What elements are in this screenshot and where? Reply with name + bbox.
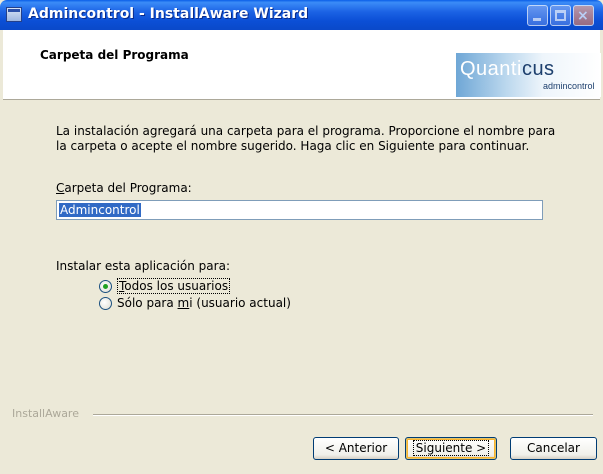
next-button-label: Siguiente > [412, 440, 490, 456]
wizard-header: Carpeta del Programa Quanticus admincont… [3, 30, 601, 100]
folder-label-text: arpeta del Programa: [64, 181, 192, 195]
installer-window: Admincontrol - InstallAware Wizard × Car… [0, 0, 603, 474]
description-line-2: la carpeta o acepte el nombre sugerido. … [56, 139, 530, 153]
page-title: Carpeta del Programa [40, 48, 189, 62]
installaware-brand: InstallAware [12, 407, 79, 420]
back-button[interactable]: < Anterior [313, 437, 399, 460]
radio-all-users-indicator[interactable] [99, 280, 112, 293]
program-folder-input[interactable]: Admincontrol [56, 200, 543, 220]
footer-divider [93, 414, 593, 416]
radio-all-users-label[interactable]: Todos los usuarios [117, 278, 231, 294]
close-icon: × [577, 8, 589, 24]
radio-current-user-text-b: i (usuario actual) [189, 296, 291, 310]
brand-logo: Quanticus admincontrol [456, 53, 601, 97]
maximize-icon [555, 10, 566, 21]
radio-current-user-indicator[interactable] [99, 297, 112, 310]
app-window-icon [6, 7, 22, 22]
close-button[interactable]: × [573, 5, 594, 26]
cancel-button[interactable]: Cancelar [510, 437, 597, 460]
logo-wordmark: Quanticus [460, 58, 555, 81]
description-line-1: La instalación agregará una carpeta para… [56, 124, 556, 138]
radio-selected-dot [103, 284, 108, 289]
radio-current-user-text-a: Sólo para [117, 296, 178, 310]
minimize-button[interactable] [527, 5, 548, 26]
window-title: Admincontrol - InstallAware Wizard [28, 6, 309, 22]
logo-part-dark: cus [521, 58, 555, 80]
description: La instalación agregará una carpeta para… [56, 124, 556, 154]
radio-current-user-accel: m [177, 296, 190, 310]
radio-all-users-text: odos los usuarios [124, 279, 229, 293]
title-bar[interactable]: Admincontrol - InstallAware Wizard × [0, 0, 603, 30]
wizard-body: La instalación agregará una carpeta para… [3, 100, 600, 440]
logo-part-light: Quanti [460, 58, 522, 80]
logo-subtitle: admincontrol [543, 81, 595, 91]
maximize-button[interactable] [550, 5, 571, 26]
next-button[interactable]: Siguiente > [405, 437, 497, 460]
radio-current-user-label[interactable]: Sólo para mi (usuario actual) [117, 296, 291, 310]
minimize-icon [533, 18, 541, 21]
program-folder-value: Admincontrol [59, 203, 141, 217]
folder-field-label: Carpeta del Programa: [56, 181, 192, 195]
install-for-label: Instalar esta aplicación para: [56, 259, 230, 273]
